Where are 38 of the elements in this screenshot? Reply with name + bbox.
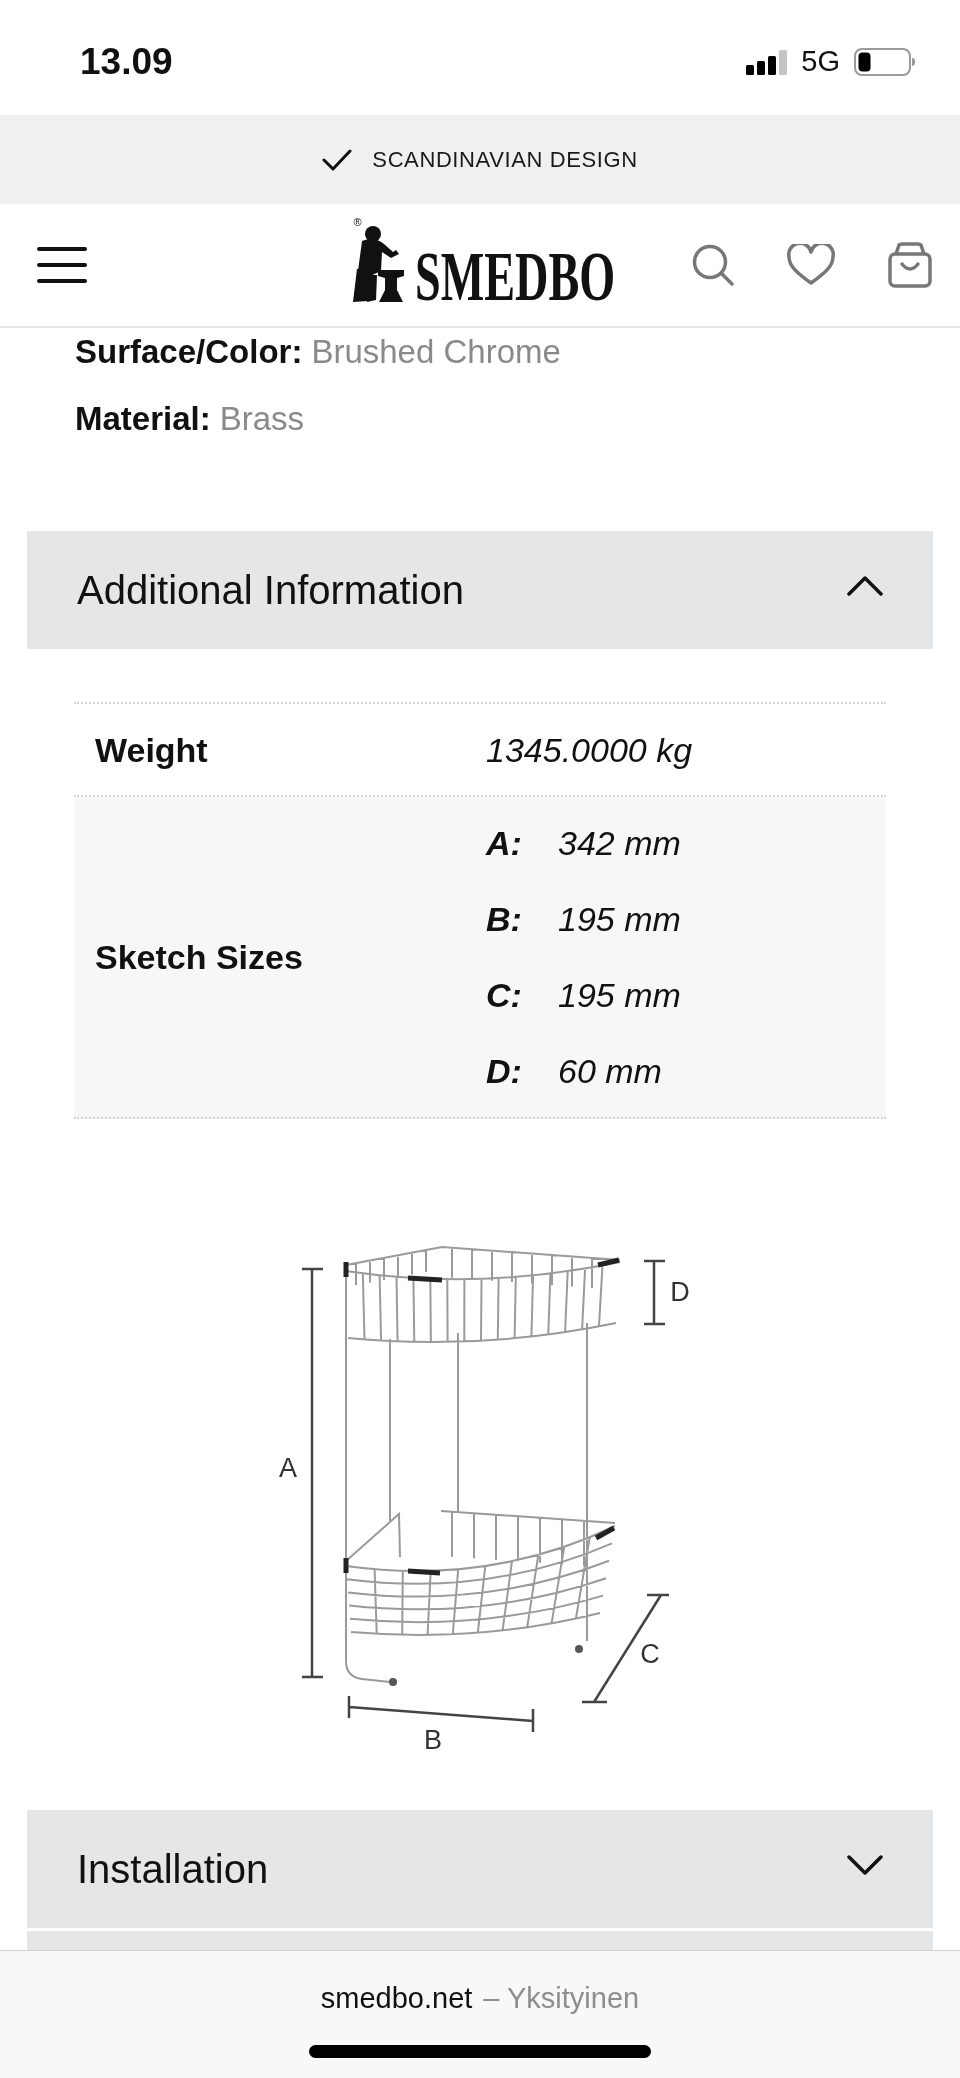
logo-text: SMEDBO bbox=[414, 251, 615, 303]
accordion-header[interactable]: Installation bbox=[27, 1810, 933, 1928]
dimension-value: 342 mm bbox=[558, 823, 681, 863]
dimension-value: 195 mm bbox=[558, 899, 681, 939]
dimension-key: D: bbox=[486, 1051, 522, 1091]
network-label: 5G bbox=[801, 47, 840, 76]
checkmark-icon bbox=[322, 148, 353, 171]
signal-icon bbox=[746, 48, 788, 75]
dimension-value: 195 mm bbox=[558, 975, 681, 1015]
spec-value: Brushed Chrome bbox=[311, 332, 561, 372]
spec-label: Material: bbox=[75, 399, 211, 439]
registered-mark: ® bbox=[353, 217, 362, 228]
dimension-value: 60 mm bbox=[558, 1051, 662, 1091]
spec-value: Brass bbox=[219, 399, 305, 439]
row-label: Weight bbox=[95, 729, 208, 770]
dimension-key: A: bbox=[486, 823, 522, 863]
browser-bar[interactable]: smedbo.net – Yksityinen bbox=[0, 1950, 960, 2078]
row-label: Sketch Sizes bbox=[95, 937, 303, 977]
status-time: 13.09 bbox=[80, 43, 173, 80]
privacy-mode-text: – Yksityinen bbox=[483, 1981, 640, 2015]
dimension-line bbox=[642, 1259, 667, 1326]
dimension-key: B: bbox=[486, 899, 522, 939]
logo-link[interactable]: ® SMEDBO bbox=[345, 217, 615, 303]
dimension-key: C: bbox=[486, 975, 522, 1015]
dimension-label: D bbox=[670, 1277, 690, 1307]
shopping-bag-icon[interactable] bbox=[888, 242, 932, 288]
url-text: smedbo.net bbox=[320, 1981, 473, 2015]
dimension-label: B bbox=[424, 1725, 442, 1755]
battery-icon bbox=[854, 47, 916, 76]
menu-icon[interactable] bbox=[37, 247, 87, 283]
search-icon[interactable] bbox=[692, 244, 734, 286]
accordion-header[interactable]: Additional Information bbox=[27, 531, 933, 649]
heart-icon[interactable] bbox=[787, 244, 835, 286]
banner-text: SCANDINAVIAN DESIGN bbox=[372, 148, 638, 171]
dimension-label: A bbox=[279, 1453, 297, 1483]
dimension-label: C bbox=[640, 1639, 660, 1669]
row-value: 1345.0000 kg bbox=[486, 729, 693, 770]
spec-label: Surface/Color: bbox=[75, 332, 303, 372]
